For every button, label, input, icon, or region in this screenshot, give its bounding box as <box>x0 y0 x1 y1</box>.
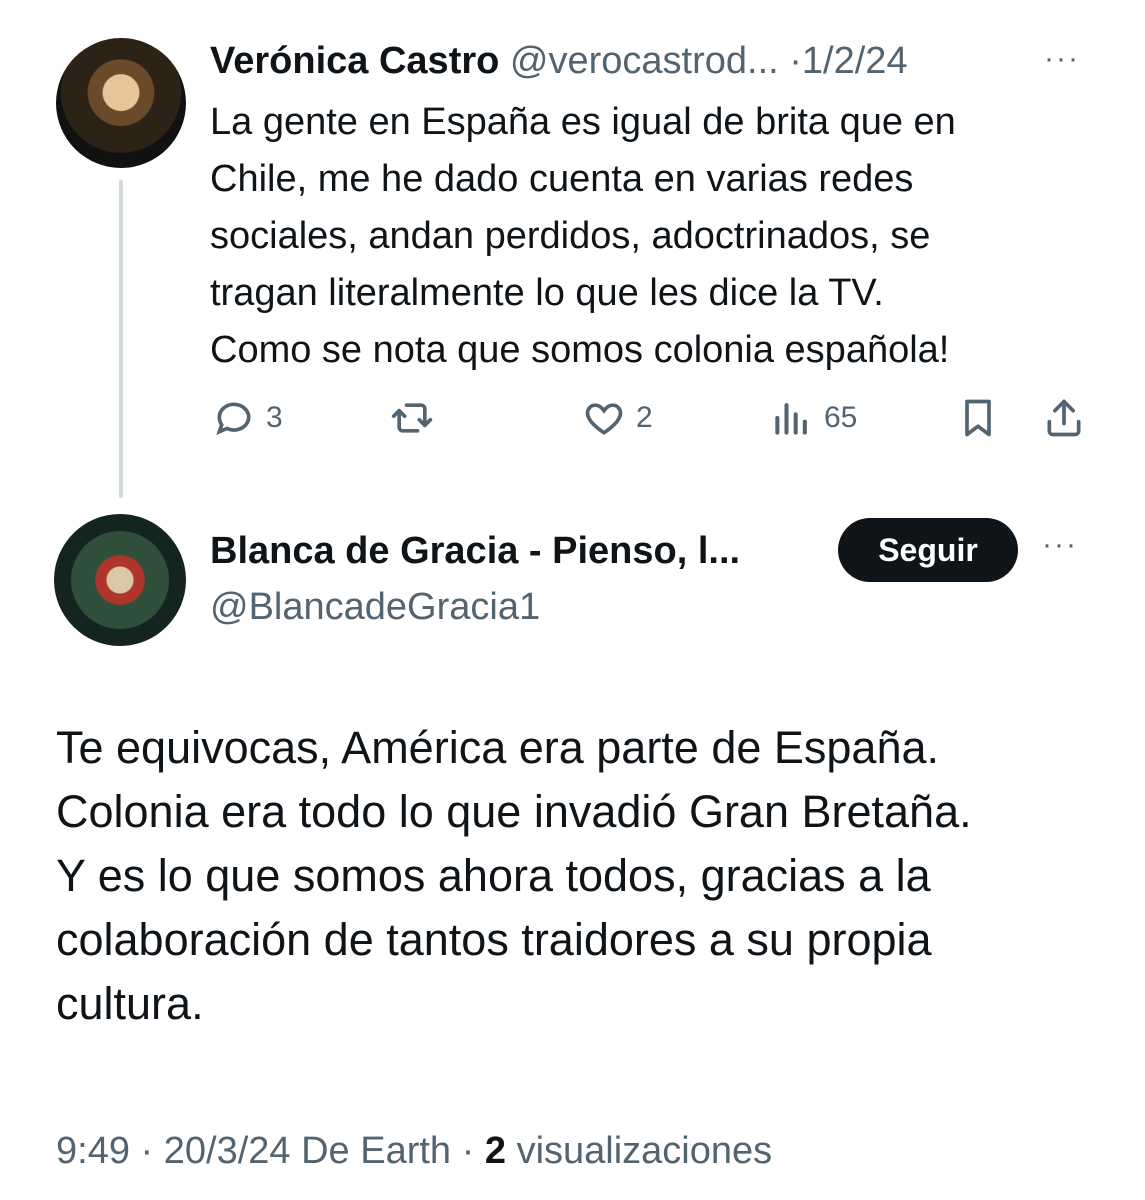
tweet-text-line: La gente en España es igual de brita que… <box>210 101 956 143</box>
tweet-source: De Earth <box>301 1130 452 1172</box>
author-name[interactable]: Verónica Castro <box>210 40 499 82</box>
reply-button[interactable]: 3 <box>212 390 283 446</box>
reply-author-handle[interactable]: @BlancadeGracia1 <box>210 580 540 634</box>
views-icon <box>775 403 807 435</box>
share-icon <box>1047 399 1081 437</box>
author-handle[interactable]: @verocastrod... <box>510 40 779 82</box>
reply-more-options-icon[interactable]: ··· <box>1042 528 1078 562</box>
like-button[interactable]: 2 <box>582 390 653 446</box>
reply-icon <box>216 402 251 436</box>
reply-author-name[interactable]: Blanca de Gracia - Pienso, l... <box>210 524 740 578</box>
tweet-date[interactable]: 20/3/24 <box>164 1130 291 1172</box>
share-button[interactable] <box>1042 390 1086 446</box>
tweet-text-line: sociales, andan perdidos, adoctrinados, … <box>210 215 931 257</box>
tweet-metadata: 9:49 · 20/3/24 De Earth · 2 visualizacio… <box>56 1126 772 1176</box>
avatar-blanca-de-gracia[interactable] <box>54 514 186 646</box>
tweet-date[interactable]: 1/2/24 <box>802 40 908 82</box>
header-separator: · <box>789 40 802 82</box>
tweet-text-line: Y es lo que somos ahora todos, gracias a… <box>56 850 931 901</box>
bookmark-button[interactable] <box>956 390 1000 446</box>
follow-button[interactable]: Seguir <box>838 518 1018 582</box>
tweet-time[interactable]: 9:49 <box>56 1130 130 1172</box>
tweet-text-line: cultura. <box>56 978 204 1029</box>
tweet-text-line: colaboración de tantos traidores a su pr… <box>56 914 932 965</box>
parent-tweet-text: La gente en España es igual de brita que… <box>210 94 1090 379</box>
views-count: 65 <box>824 401 858 434</box>
like-icon <box>585 403 623 435</box>
retweet-button[interactable] <box>390 390 434 446</box>
tweet-text-line: Como se nota que somos colonia española! <box>210 329 950 371</box>
views-button[interactable]: 65 <box>770 390 857 446</box>
reply-count: 3 <box>266 401 283 434</box>
tweet-text-line: Te equivocas, América era parte de Españ… <box>56 722 940 773</box>
avatar-veronica-castro[interactable] <box>56 38 186 168</box>
reply-tweet-text: Te equivocas, América era parte de Españ… <box>56 716 1116 1036</box>
more-options-icon[interactable]: ··· <box>1044 42 1080 76</box>
tweet-text-line: tragan literalmente lo que les dice la T… <box>210 272 884 314</box>
thread-connector-line <box>119 180 123 498</box>
retweet-icon <box>391 403 433 433</box>
views-total: 2 <box>484 1130 506 1172</box>
tweet-text-line: Chile, me he dado cuenta en varias redes <box>210 158 914 200</box>
parent-tweet-header: Verónica Castro @verocastrod... ·1/2/24 <box>210 36 908 86</box>
bookmark-icon <box>965 399 991 437</box>
tweet-text-line: Colonia era todo lo que invadió Gran Bre… <box>56 786 972 837</box>
meta-separator: · <box>461 1130 475 1172</box>
views-label: visualizaciones <box>516 1130 773 1172</box>
like-count: 2 <box>636 401 653 434</box>
meta-separator: · <box>140 1130 154 1172</box>
